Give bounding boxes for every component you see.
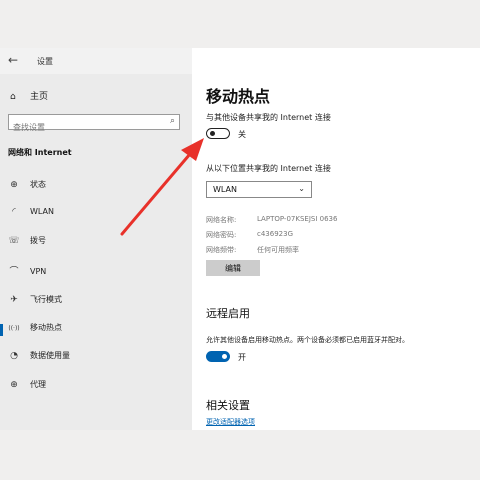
remote-enable-toggle[interactable]: [206, 351, 230, 362]
share-connection-label: 与其他设备共享我的 Internet 连接: [206, 113, 331, 122]
home-link[interactable]: ⌂ 主页: [10, 89, 48, 102]
sidebar-item-label: 飞行模式: [30, 295, 62, 304]
sidebar-item-wlan[interactable]: ◜ WLAN: [8, 207, 188, 225]
sidebar-item-label: 数据使用量: [30, 351, 70, 360]
toggle-knob: [210, 131, 215, 136]
hotspot-icon: ((·)): [8, 325, 20, 332]
sidebar-item-label: WLAN: [30, 207, 55, 216]
home-label: 主页: [30, 92, 49, 102]
sidebar-item-label: 代理: [30, 380, 46, 389]
sidebar-item-label: 拨号: [30, 236, 46, 245]
vpn-icon: ⌒: [9, 267, 19, 277]
prop-value: LAPTOP-07KSEJSI 0636: [257, 215, 338, 223]
sidebar-item-label: 移动热点: [30, 323, 62, 332]
sidebar-item-airplane-mode[interactable]: ✈ 飞行模式: [8, 294, 188, 312]
window-title: 设置: [37, 57, 53, 66]
sidebar-item-label: VPN: [30, 267, 47, 276]
prop-key: 网络名称:: [206, 216, 237, 224]
connection-select[interactable]: WLAN ⌄: [206, 181, 312, 198]
change-adapter-options-link[interactable]: 更改适配器选项: [206, 417, 255, 427]
category-title: 网络和 Internet: [8, 148, 72, 157]
edit-button[interactable]: 编辑: [206, 260, 260, 276]
proxy-icon: ⊕: [10, 380, 18, 390]
toggle-knob: [222, 354, 227, 359]
related-settings-title: 相关设置: [206, 399, 250, 412]
remote-enable-description: 允许其他设备启用移动热点。两个设备必须都已启用蓝牙并配对。: [206, 336, 409, 344]
page-title: 移动热点: [206, 87, 271, 106]
search-icon[interactable]: ⌕: [170, 116, 175, 126]
prop-key: 网络密码:: [206, 231, 237, 239]
connection-select-value: WLAN: [213, 185, 238, 194]
settings-window: ← 设置 — ☐ ✕ ⌂主页 ⌕ 网络和 Internet ⊕状态 ◜WLAN …: [0, 48, 480, 430]
search-input[interactable]: [13, 123, 153, 132]
globe-icon: ⊕: [10, 180, 18, 190]
share-toggle-state: 关: [238, 130, 246, 139]
sidebar-item-label: 状态: [30, 180, 46, 189]
sidebar-item-vpn[interactable]: ⌒ VPN: [8, 264, 188, 282]
phone-icon: ☏: [8, 236, 20, 246]
sidebar-item-data-usage[interactable]: ◔ 数据使用量: [8, 350, 188, 368]
share-from-label: 从以下位置共享我的 Internet 连接: [206, 164, 331, 173]
network-password-row: 网络密码: c436923G: [206, 230, 293, 240]
main-content: 移动热点 与其他设备共享我的 Internet 连接 关 从以下位置共享我的 I…: [192, 48, 480, 430]
network-name-row: 网络名称: LAPTOP-07KSEJSI 0636: [206, 215, 337, 225]
sidebar: ⌂ 主页 ⌕ 网络和 Internet ⊕ 状态 ◜ WLAN ☏ 拨号 ⌒ VPN ✈ 飞…: [0, 74, 192, 430]
sidebar-item-dialup[interactable]: ☏ 拨号: [8, 235, 188, 253]
prop-value: 任何可用频率: [257, 246, 299, 254]
sidebar-item-mobile-hotspot[interactable]: ((·)) 移动热点: [0, 322, 188, 340]
back-arrow-icon[interactable]: ←: [8, 53, 18, 67]
wifi-icon: ◜: [12, 207, 16, 217]
chevron-down-icon: ⌄: [298, 184, 305, 193]
network-band-row: 网络频带: 任何可用频率: [206, 245, 299, 255]
prop-value: c436923G: [257, 230, 293, 238]
home-icon: ⌂: [10, 92, 16, 102]
data-usage-icon: ◔: [10, 351, 18, 361]
airplane-icon: ✈: [10, 295, 18, 305]
share-connection-toggle[interactable]: [206, 128, 230, 139]
sidebar-item-proxy[interactable]: ⊕ 代理: [8, 379, 188, 397]
remote-enable-title: 远程启用: [206, 307, 250, 320]
search-box[interactable]: ⌕: [8, 114, 180, 132]
remote-toggle-state: 开: [238, 353, 246, 362]
prop-key: 网络频带:: [206, 246, 237, 254]
sidebar-item-status[interactable]: ⊕ 状态: [8, 179, 188, 197]
